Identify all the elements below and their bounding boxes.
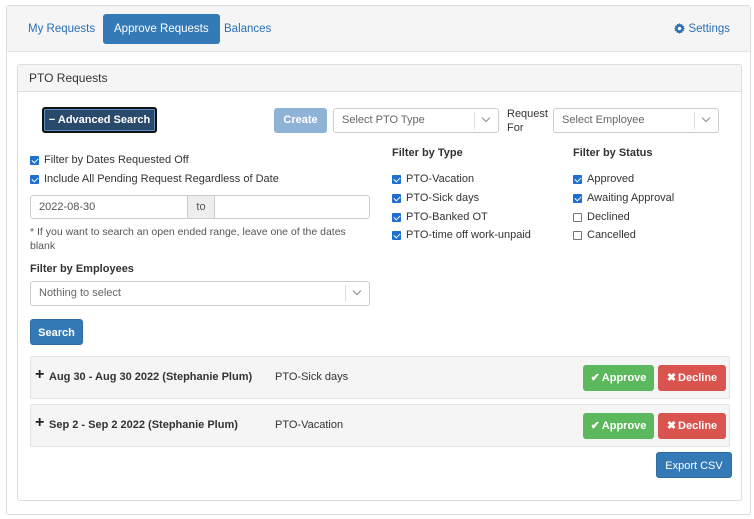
panel-title: PTO Requests — [18, 65, 741, 92]
type-checkbox-vacation[interactable]: PTO-Vacation — [392, 172, 474, 186]
request-dates: Aug 30 - Aug 30 2022 (Stephanie Plum) — [49, 371, 253, 383]
close-icon: ✖ — [666, 372, 677, 384]
checkmark-icon: ✔ — [590, 420, 600, 432]
status-checkbox-cancelled[interactable]: Cancelled — [573, 228, 636, 242]
date-from-input[interactable]: 2022-08-30 — [31, 196, 187, 218]
checkbox-box — [30, 156, 39, 165]
chevron-down-icon — [345, 285, 369, 302]
pto-type-placeholder: Select PTO Type — [342, 114, 425, 126]
status-checkbox-declined[interactable]: Declined — [573, 210, 630, 224]
type-checkbox-banked-ot[interactable]: PTO-Banked OT — [392, 210, 488, 224]
checkbox-box — [30, 175, 39, 184]
decline-button[interactable]: ✖ Decline — [658, 413, 726, 439]
settings-link[interactable]: Settings — [674, 14, 730, 44]
advanced-search-button[interactable]: − Advanced Search — [42, 107, 157, 133]
request-for-label: Request For — [507, 108, 548, 134]
request-dates: Sep 2 - Sep 2 2022 (Stephanie Plum) — [49, 419, 238, 431]
chevron-down-icon — [694, 112, 718, 129]
approve-button[interactable]: ✔ Approve — [583, 365, 654, 391]
expand-plus-icon[interactable]: + — [35, 414, 44, 432]
top-nav: My Requests Approve Requests Balances Se… — [7, 6, 750, 52]
pto-type-select[interactable]: Select PTO Type — [333, 108, 499, 133]
employees-placeholder: Nothing to select — [39, 287, 121, 299]
settings-label: Settings — [688, 23, 730, 35]
filter-dates-checkbox[interactable]: Filter by Dates Requested Off — [30, 153, 189, 167]
employees-select[interactable]: Nothing to select — [30, 281, 370, 306]
date-to-label: to — [187, 196, 215, 218]
include-pending-checkbox[interactable]: Include All Pending Request Regardless o… — [30, 172, 279, 186]
pto-requests-panel: PTO Requests − Advanced Search Create Se… — [17, 64, 742, 501]
search-button[interactable]: Search — [30, 319, 83, 345]
request-type: PTO-Sick days — [275, 371, 349, 383]
filter-status-heading: Filter by Status — [573, 147, 653, 159]
gear-icon — [674, 23, 688, 35]
approve-button[interactable]: ✔ Approve — [583, 413, 654, 439]
chevron-down-icon — [474, 112, 498, 129]
expand-plus-icon[interactable]: + — [35, 366, 44, 384]
filter-type-heading: Filter by Type — [392, 147, 463, 159]
request-row[interactable]: + Sep 2 - Sep 2 2022 (Stephanie Plum) PT… — [30, 404, 730, 447]
create-button[interactable]: Create — [274, 108, 327, 133]
status-checkbox-approved[interactable]: Approved — [573, 172, 634, 186]
type-checkbox-sick[interactable]: PTO-Sick days — [392, 191, 479, 205]
type-checkbox-unpaid[interactable]: PTO-time off work-unpaid — [392, 228, 531, 242]
request-type: PTO-Vacation — [275, 419, 344, 431]
export-csv-button[interactable]: Export CSV — [656, 452, 732, 478]
filter-employees-label: Filter by Employees — [30, 263, 134, 275]
date-range-group: 2022-08-30 to — [30, 195, 370, 219]
request-row[interactable]: + Aug 30 - Aug 30 2022 (Stephanie Plum) … — [30, 356, 730, 399]
close-icon: ✖ — [666, 420, 677, 432]
employee-select[interactable]: Select Employee — [553, 108, 719, 133]
date-range-hint: * If you want to search an open ended ra… — [30, 226, 346, 252]
decline-button[interactable]: ✖ Decline — [658, 365, 726, 391]
employee-placeholder: Select Employee — [562, 114, 645, 126]
date-to-input[interactable] — [216, 196, 369, 218]
status-checkbox-awaiting[interactable]: Awaiting Approval — [573, 191, 674, 205]
tab-approve-requests[interactable]: Approve Requests — [103, 14, 220, 44]
app-frame: My Requests Approve Requests Balances Se… — [6, 5, 751, 515]
checkmark-icon: ✔ — [590, 372, 600, 384]
tab-balances[interactable]: Balances — [213, 14, 282, 44]
tab-my-requests[interactable]: My Requests — [17, 14, 106, 44]
